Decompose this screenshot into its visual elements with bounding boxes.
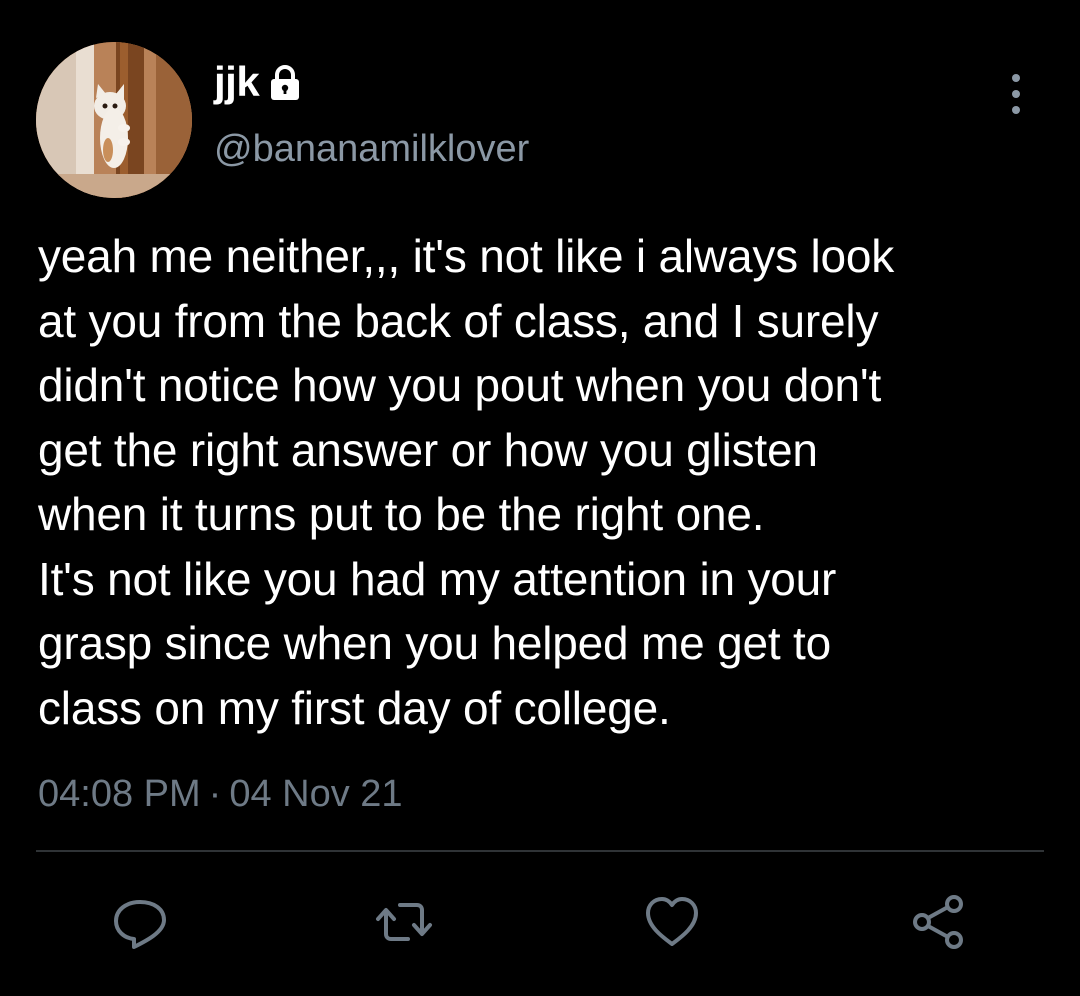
share-button[interactable] [906, 890, 970, 954]
divider [36, 850, 1044, 852]
more-vertical-icon[interactable] [1002, 70, 1030, 118]
heart-icon [646, 897, 698, 946]
tweet-timestamp[interactable]: 04:08 PM · 04 Nov 21 [38, 770, 403, 818]
cat-avatar-icon [36, 42, 192, 198]
user-handle[interactable]: @bananamilklover [214, 124, 529, 174]
like-button[interactable] [640, 890, 704, 954]
avatar[interactable] [36, 42, 192, 198]
tweet-time: 04:08 PM [38, 773, 201, 815]
reply-icon [114, 900, 166, 949]
tweet-detail: jjk @bananamilklover yeah me neither,,, … [0, 0, 1080, 996]
lock-icon [265, 63, 305, 103]
tweet-text: yeah me neither,,, it's not like i alway… [38, 230, 895, 734]
retweet-icon [376, 903, 432, 941]
share-icon [913, 895, 963, 949]
retweet-button[interactable] [372, 890, 436, 954]
display-name-row: jjk [214, 56, 305, 108]
display-name[interactable]: jjk [214, 56, 260, 108]
reply-button[interactable] [108, 890, 172, 954]
tweet-date: 04 Nov 21 [229, 773, 403, 815]
timestamp-separator: · [208, 773, 222, 815]
